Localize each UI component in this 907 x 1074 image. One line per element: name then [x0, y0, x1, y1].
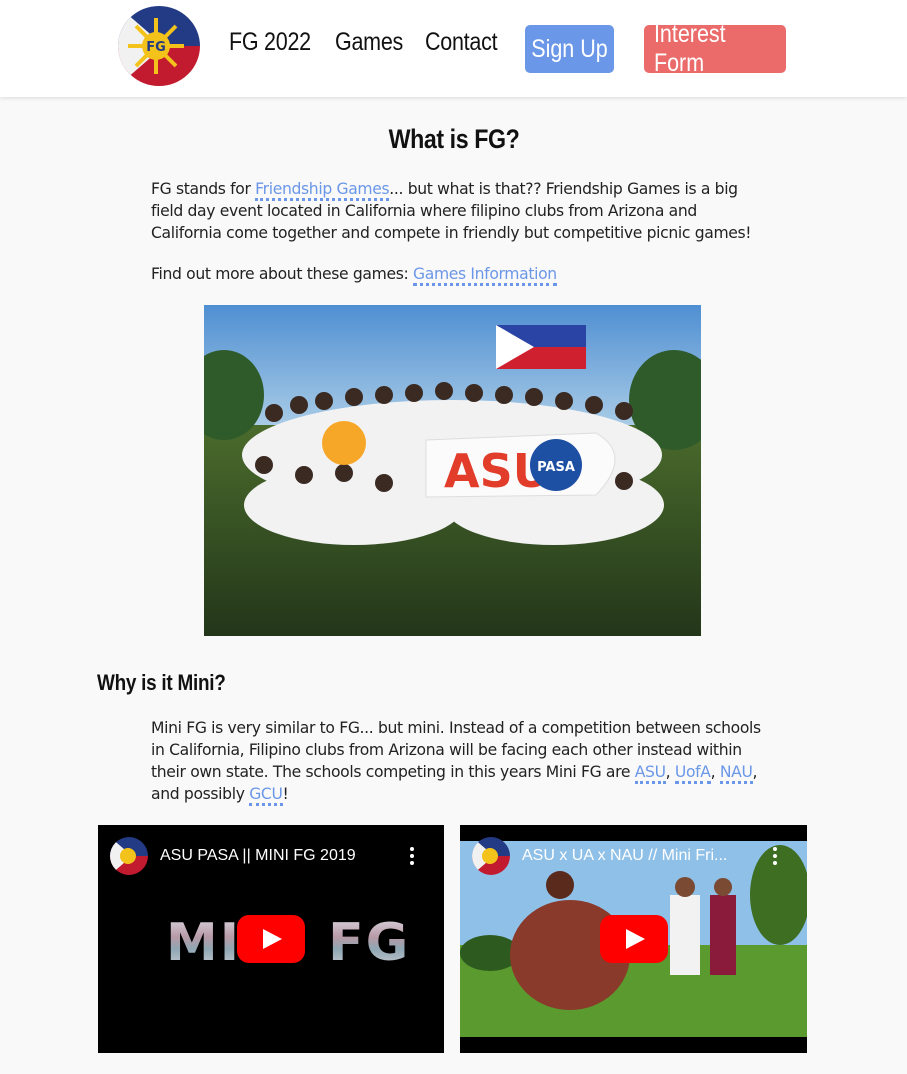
- sign-up-button[interactable]: Sign Up: [525, 25, 614, 73]
- interest-form-button[interactable]: Interest Form: [644, 20, 786, 77]
- play-button-icon[interactable]: [237, 915, 305, 963]
- games-info-paragraph: Find out more about these games: Games I…: [151, 263, 771, 286]
- site-logo[interactable]: FG: [118, 6, 200, 86]
- svg-text:FG: FG: [146, 40, 166, 55]
- video-embed-1[interactable]: MINI FG ASU PASA || MINI FG 2019: [98, 825, 444, 1053]
- photo-logo-text: PASA: [537, 460, 575, 475]
- fg-description-paragraph: FG stands for Friendship Games... but wh…: [151, 180, 752, 242]
- school-link-asu[interactable]: ASU: [634, 763, 666, 784]
- what-is-fg-heading: What is FG?: [388, 124, 519, 154]
- nav-link-games[interactable]: Games: [335, 28, 403, 57]
- why-is-it-mini-heading: Why is it Mini?: [97, 670, 226, 695]
- school-link-gcu[interactable]: GCU: [249, 785, 283, 806]
- games-information-link[interactable]: Games Information: [413, 265, 557, 286]
- more-options-icon[interactable]: [410, 847, 416, 868]
- play-button-icon[interactable]: [600, 915, 668, 963]
- sign-up-label: Sign Up: [531, 34, 608, 63]
- friendship-games-link[interactable]: Friendship Games: [255, 180, 390, 201]
- more-options-icon[interactable]: [773, 847, 779, 868]
- school-link-nau[interactable]: NAU: [719, 763, 753, 784]
- group-photo: ASU PASA: [204, 305, 701, 636]
- video-title-2[interactable]: ASU x UA x NAU // Mini Fri...: [522, 847, 727, 865]
- mini-fg-paragraph: Mini FG is very similar to FG... but min…: [151, 717, 771, 806]
- interest-form-label: Interest Form: [653, 20, 726, 77]
- navbar: FG FG 2022 Games Contact Sign Up Interes…: [0, 0, 907, 97]
- video-embed-2[interactable]: ASU x UA x NAU // Mini Fri...: [460, 825, 807, 1053]
- channel-avatar[interactable]: [110, 837, 148, 875]
- channel-avatar[interactable]: [472, 837, 510, 875]
- school-link-uofa[interactable]: UofA: [674, 763, 711, 784]
- nav-link-fg2022[interactable]: FG 2022: [229, 28, 311, 57]
- video-title-1[interactable]: ASU PASA || MINI FG 2019: [160, 847, 356, 865]
- nav-link-contact[interactable]: Contact: [425, 28, 498, 57]
